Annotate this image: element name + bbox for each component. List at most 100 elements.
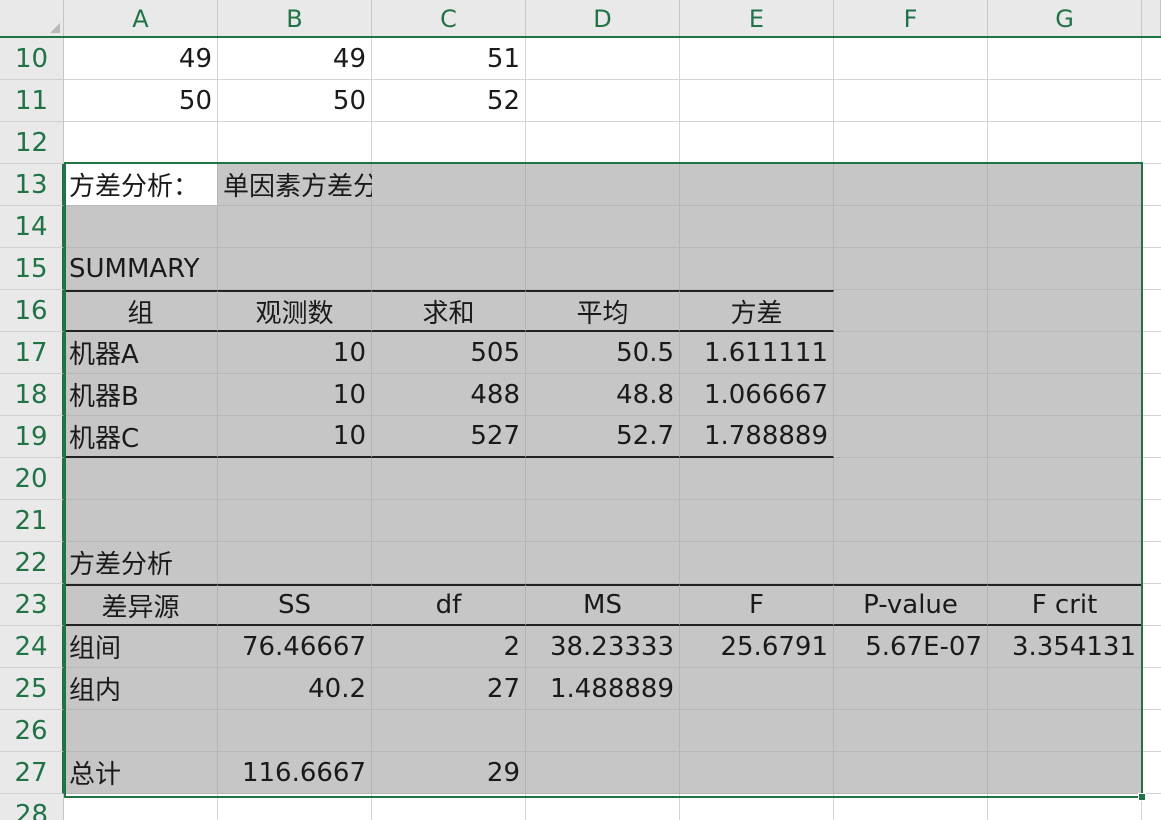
cell-d11[interactable]	[526, 80, 680, 122]
cell-c27[interactable]: 29	[372, 752, 526, 794]
cell-a21[interactable]	[64, 500, 218, 542]
cell-b15[interactable]	[218, 248, 372, 290]
cell-d24[interactable]: 38.23333	[526, 626, 680, 668]
row-header-13[interactable]: 13	[0, 164, 64, 206]
cell-a22[interactable]: 方差分析	[64, 542, 218, 584]
column-header-g[interactable]: G	[988, 0, 1142, 36]
cell-c14[interactable]	[372, 206, 526, 248]
cell-e10[interactable]	[680, 38, 834, 80]
cell-e28[interactable]	[680, 794, 834, 820]
row-header-23[interactable]: 23	[0, 584, 64, 626]
cell-c15[interactable]	[372, 248, 526, 290]
cell-a19[interactable]: 机器C	[64, 416, 218, 458]
row-header-27[interactable]: 27	[0, 752, 64, 794]
cell-g18[interactable]	[988, 374, 1142, 416]
cell-c22[interactable]	[372, 542, 526, 584]
cell-c10[interactable]: 51	[372, 38, 526, 80]
row-header-16[interactable]: 16	[0, 290, 64, 332]
cell-c25[interactable]: 27	[372, 668, 526, 710]
cell-d18[interactable]: 48.8	[526, 374, 680, 416]
cell-e26[interactable]	[680, 710, 834, 752]
fill-handle[interactable]	[1138, 793, 1146, 801]
cell-a23[interactable]: 差异源	[64, 584, 218, 626]
cell-c23[interactable]: df	[372, 584, 526, 626]
column-header-e[interactable]: E	[680, 0, 834, 36]
cell-d28[interactable]	[526, 794, 680, 820]
cell-f13[interactable]	[834, 164, 988, 206]
cell-c11[interactable]: 52	[372, 80, 526, 122]
cell-f10[interactable]	[834, 38, 988, 80]
cell-f15[interactable]	[834, 248, 988, 290]
cell-e27[interactable]	[680, 752, 834, 794]
cell-d25[interactable]: 1.488889	[526, 668, 680, 710]
row-header-24[interactable]: 24	[0, 626, 64, 668]
column-header-a[interactable]: A	[64, 0, 218, 36]
row-header-14[interactable]: 14	[0, 206, 64, 248]
cell-d21[interactable]	[526, 500, 680, 542]
row-header-26[interactable]: 26	[0, 710, 64, 752]
cell-b22[interactable]	[218, 542, 372, 584]
row-header-25[interactable]: 25	[0, 668, 64, 710]
cell-e24[interactable]: 25.6791	[680, 626, 834, 668]
cell-a25[interactable]: 组内	[64, 668, 218, 710]
cell-d27[interactable]	[526, 752, 680, 794]
cell-g28[interactable]	[988, 794, 1142, 820]
column-header-b[interactable]: B	[218, 0, 372, 36]
cell-e14[interactable]	[680, 206, 834, 248]
cell-f17[interactable]	[834, 332, 988, 374]
cell-g14[interactable]	[988, 206, 1142, 248]
cell-e18[interactable]: 1.066667	[680, 374, 834, 416]
cell-g25[interactable]	[988, 668, 1142, 710]
cell-g11[interactable]	[988, 80, 1142, 122]
cell-g19[interactable]	[988, 416, 1142, 458]
cell-c16[interactable]: 求和	[372, 290, 526, 332]
cell-d23[interactable]: MS	[526, 584, 680, 626]
row-header-12[interactable]: 12	[0, 122, 64, 164]
cell-g22[interactable]	[988, 542, 1142, 584]
row-header-21[interactable]: 21	[0, 500, 64, 542]
cell-e21[interactable]	[680, 500, 834, 542]
row-header-28[interactable]: 28	[0, 794, 64, 820]
spreadsheet-grid[interactable]: ABCDEFG 10 49 49 51 11 50 50 52 12 13 方差分析： 单因素方差分析…	[0, 0, 1161, 820]
cell-b14[interactable]	[218, 206, 372, 248]
cell-a28[interactable]	[64, 794, 218, 820]
cell-c17[interactable]: 505	[372, 332, 526, 374]
cell-f20[interactable]	[834, 458, 988, 500]
cell-g27[interactable]	[988, 752, 1142, 794]
cell-f18[interactable]	[834, 374, 988, 416]
cell-e17[interactable]: 1.611111	[680, 332, 834, 374]
cell-b13[interactable]: 单因素方差分析	[218, 164, 405, 206]
cell-b25[interactable]: 40.2	[218, 668, 372, 710]
cell-c24[interactable]: 2	[372, 626, 526, 668]
cell-f21[interactable]	[834, 500, 988, 542]
cell-g21[interactable]	[988, 500, 1142, 542]
cell-f24[interactable]: 5.67E-07	[834, 626, 988, 668]
cell-b18[interactable]: 10	[218, 374, 372, 416]
cell-d14[interactable]	[526, 206, 680, 248]
cell-g13[interactable]	[988, 164, 1142, 206]
select-all-corner[interactable]	[0, 0, 64, 36]
cell-e11[interactable]	[680, 80, 834, 122]
cell-e12[interactable]	[680, 122, 834, 164]
cell-b20[interactable]	[218, 458, 372, 500]
cell-e16[interactable]: 方差	[680, 290, 834, 332]
cell-a18[interactable]: 机器B	[64, 374, 218, 416]
cell-a10[interactable]: 49	[64, 38, 218, 80]
row-header-20[interactable]: 20	[0, 458, 64, 500]
cell-g26[interactable]	[988, 710, 1142, 752]
column-header-f[interactable]: F	[834, 0, 988, 36]
cell-g23[interactable]: F crit	[988, 584, 1142, 626]
cell-a11[interactable]: 50	[64, 80, 218, 122]
cell-d16[interactable]: 平均	[526, 290, 680, 332]
cell-c12[interactable]	[372, 122, 526, 164]
cell-d22[interactable]	[526, 542, 680, 584]
cell-c26[interactable]	[372, 710, 526, 752]
cell-f22[interactable]	[834, 542, 988, 584]
row-header-10[interactable]: 10	[0, 38, 64, 80]
cell-g15[interactable]	[988, 248, 1142, 290]
row-header-15[interactable]: 15	[0, 248, 64, 290]
cell-b26[interactable]	[218, 710, 372, 752]
cell-f28[interactable]	[834, 794, 988, 820]
cell-g10[interactable]	[988, 38, 1142, 80]
cell-f14[interactable]	[834, 206, 988, 248]
